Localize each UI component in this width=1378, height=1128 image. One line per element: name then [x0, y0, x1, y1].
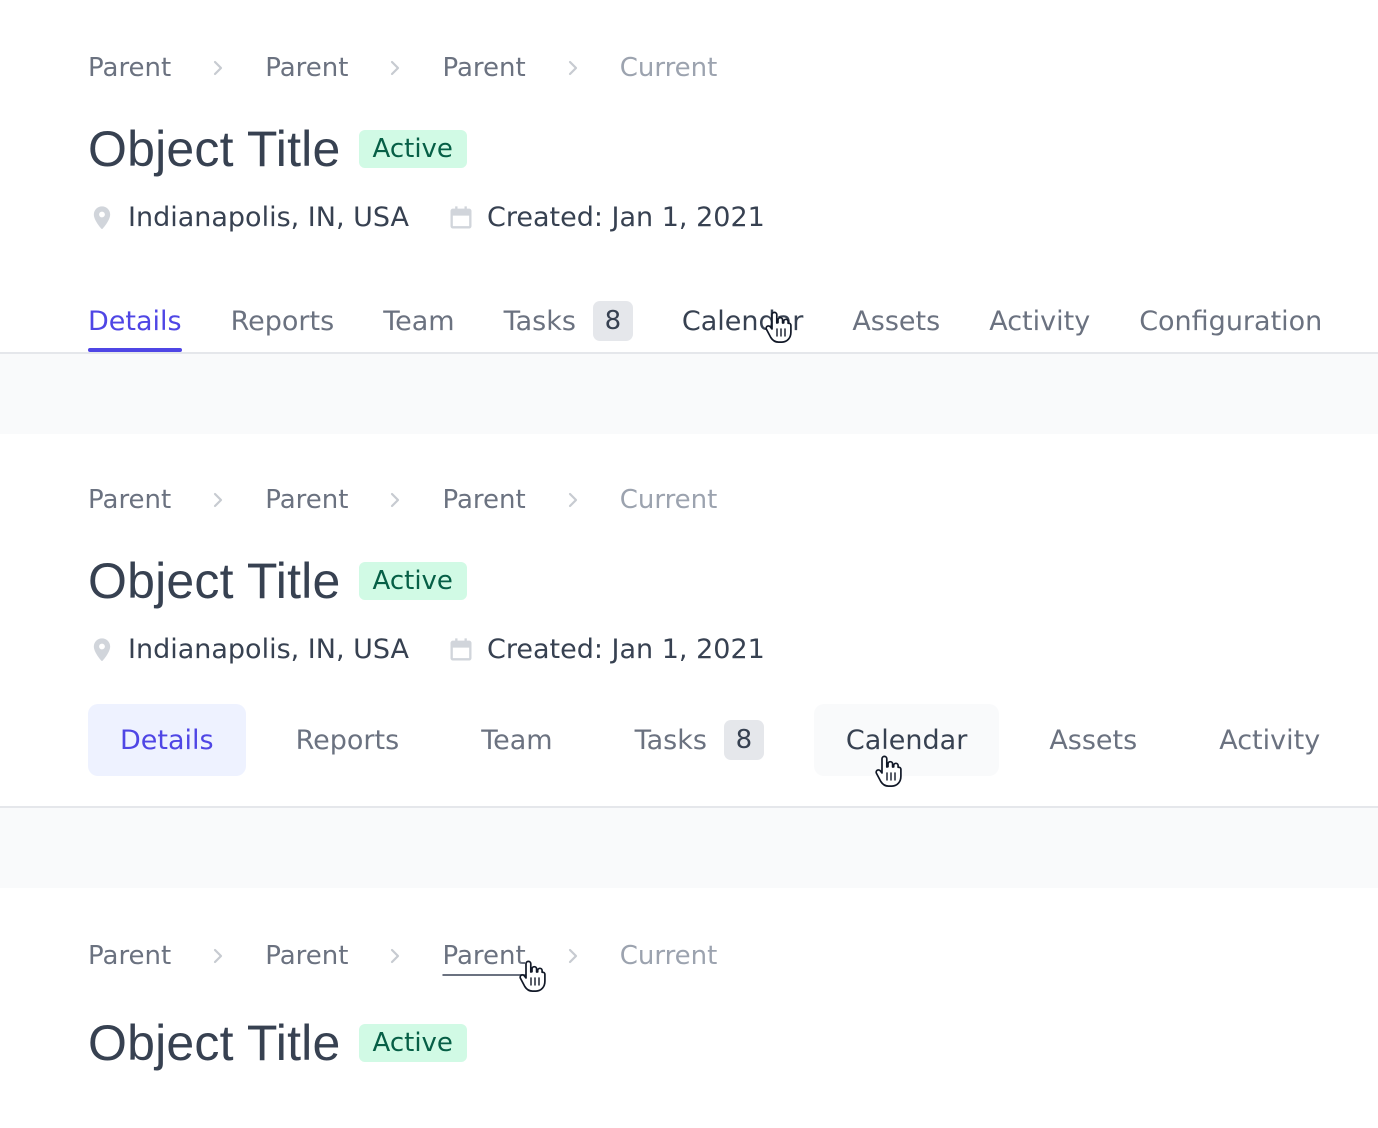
tab-label: Activity	[989, 305, 1091, 337]
breadcrumb: Parent Parent Parent Current	[88, 48, 717, 88]
tab-team[interactable]: Team	[449, 704, 584, 776]
chevron-right-icon	[565, 944, 581, 968]
chevron-right-icon	[387, 56, 403, 80]
status-badge: Active	[358, 562, 467, 600]
created-text: Created: Jan 1, 2021	[487, 202, 765, 233]
breadcrumb-item-current: Current	[619, 485, 718, 515]
tab-label: Activity	[1219, 724, 1321, 756]
page-title: Object Title	[88, 121, 341, 177]
breadcrumb: Parent Parent Parent Current	[88, 936, 717, 976]
tab-calendar[interactable]: Calendar	[813, 704, 1000, 776]
tabs-underline-nav: Details Reports Team Tasks 8 Calendar As…	[88, 290, 1322, 352]
breadcrumb-item-parent-1[interactable]: Parent	[88, 55, 171, 81]
chevron-right-icon	[210, 944, 226, 968]
location-pin-icon	[88, 636, 116, 664]
breadcrumb-item-current: Current	[619, 53, 718, 83]
tab-label: Details	[88, 305, 182, 337]
tab-label: Team	[481, 724, 553, 756]
chevron-right-icon	[565, 488, 581, 512]
meta-location: Indianapolis, IN, USA	[88, 634, 409, 665]
tab-label: Details	[120, 724, 214, 756]
meta-row: Indianapolis, IN, USA Created: Jan 1, 20…	[88, 634, 765, 665]
page-root: Parent Parent Parent Current Object Titl…	[0, 0, 1378, 1128]
status-badge: Active	[358, 1024, 467, 1062]
breadcrumb-item-parent-1[interactable]: Parent	[88, 487, 171, 513]
tab-details[interactable]: Details	[88, 290, 182, 352]
tab-label: Team	[383, 305, 455, 337]
tab-count-badge: 8	[592, 301, 633, 341]
chevron-right-icon	[387, 488, 403, 512]
tab-calendar[interactable]: Calendar	[682, 290, 803, 352]
calendar-icon	[447, 204, 475, 232]
title-row: Object Title Active	[88, 1018, 467, 1068]
breadcrumb: Parent Parent Parent Current	[88, 480, 717, 520]
meta-created: Created: Jan 1, 2021	[447, 202, 765, 233]
section-gap	[0, 808, 1378, 888]
tab-team[interactable]: Team	[383, 290, 454, 352]
tab-reports[interactable]: Reports	[264, 704, 432, 776]
created-text: Created: Jan 1, 2021	[487, 634, 765, 665]
tab-activity[interactable]: Activity	[989, 290, 1090, 352]
tab-reports[interactable]: Reports	[231, 290, 335, 352]
variant-underline-tabs: Parent Parent Parent Current Object Titl…	[0, 0, 1378, 354]
breadcrumb-item-current: Current	[619, 941, 718, 971]
tab-tasks[interactable]: Tasks 8	[603, 704, 796, 776]
variant-pill-tabs: Parent Parent Parent Current Object Titl…	[0, 434, 1378, 808]
tab-label: Calendar	[845, 724, 968, 756]
calendar-icon	[447, 636, 475, 664]
tab-label: Tasks	[503, 305, 576, 337]
page-title: Object Title	[88, 553, 341, 609]
tab-label: Reports	[295, 724, 400, 756]
breadcrumb-item-parent-1[interactable]: Parent	[88, 943, 171, 969]
location-text: Indianapolis, IN, USA	[128, 634, 410, 665]
chevron-right-icon	[210, 56, 226, 80]
tab-configuration[interactable]: Configuration	[1139, 290, 1322, 352]
chevron-right-icon	[565, 56, 581, 80]
chevron-right-icon	[387, 944, 403, 968]
page-title: Object Title	[88, 1015, 341, 1071]
breadcrumb-item-parent-3[interactable]: Parent	[442, 487, 525, 513]
chevron-right-icon	[210, 488, 226, 512]
title-row: Object Title Active	[88, 124, 467, 174]
section-gap	[0, 354, 1378, 434]
title-row: Object Title Active	[88, 556, 467, 606]
breadcrumb-item-parent-3[interactable]: Parent	[442, 943, 525, 969]
tab-label: Configuration	[1139, 305, 1323, 337]
breadcrumb-item-parent-2[interactable]: Parent	[265, 55, 348, 81]
meta-row: Indianapolis, IN, USA Created: Jan 1, 20…	[88, 202, 765, 233]
tab-tasks[interactable]: Tasks 8	[504, 290, 633, 352]
location-text: Indianapolis, IN, USA	[128, 202, 410, 233]
breadcrumb-item-parent-2[interactable]: Parent	[265, 943, 348, 969]
breadcrumb-item-parent-3[interactable]: Parent	[442, 55, 525, 81]
tab-activity[interactable]: Activity	[1187, 704, 1352, 776]
location-pin-icon	[88, 204, 116, 232]
tab-assets[interactable]: Assets	[852, 290, 940, 352]
tab-label: Tasks	[634, 724, 707, 756]
tabs-pill-nav: Details Reports Team Tasks 8 Calendar As…	[88, 704, 1352, 776]
tab-assets[interactable]: Assets	[1017, 704, 1169, 776]
meta-location: Indianapolis, IN, USA	[88, 202, 409, 233]
tab-label: Assets	[1049, 724, 1138, 756]
variant-title-only: Parent Parent Parent Current Object Titl…	[0, 888, 1378, 1128]
tab-label: Calendar	[681, 305, 804, 337]
tab-count-badge: 8	[723, 720, 764, 760]
tab-details[interactable]: Details	[88, 704, 246, 776]
meta-created: Created: Jan 1, 2021	[447, 634, 765, 665]
tab-label: Reports	[230, 305, 335, 337]
tab-label: Assets	[852, 305, 941, 337]
breadcrumb-item-parent-2[interactable]: Parent	[265, 487, 348, 513]
status-badge: Active	[358, 130, 467, 168]
